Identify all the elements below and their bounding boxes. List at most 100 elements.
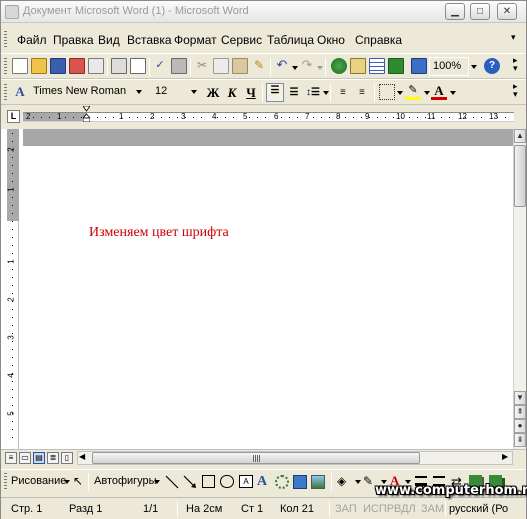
select-browse-object-button[interactable]: ● <box>514 419 526 433</box>
zoom-select[interactable]: 100% <box>429 57 469 76</box>
oval-tool-icon[interactable] <box>220 475 234 488</box>
numbering-button[interactable]: ≡ <box>334 83 352 102</box>
align-left-button[interactable]: ☰ <box>266 83 284 102</box>
menu-tools[interactable]: Сервис <box>221 33 262 47</box>
undo-icon[interactable]: ↶ <box>274 58 290 74</box>
close-button[interactable]: ✕ <box>497 3 517 20</box>
font-color-dropdown-icon[interactable] <box>450 91 456 95</box>
horizontal-scrollbar[interactable]: ◀ ▶ <box>77 451 513 465</box>
word-app-icon[interactable] <box>5 5 19 19</box>
status-language[interactable]: русский (Ро <box>449 503 508 515</box>
select-objects-icon[interactable]: ↖ <box>73 474 83 488</box>
bold-button[interactable]: Ж <box>204 83 222 102</box>
new-document-icon[interactable] <box>12 58 28 74</box>
menu-window[interactable]: Окно <box>317 33 345 47</box>
vertical-ruler[interactable]: 2 1 1 2 3 4 5 <box>7 129 19 449</box>
menu-view[interactable]: Вид <box>98 33 120 47</box>
print-icon[interactable] <box>111 58 127 74</box>
scroll-down-button[interactable]: ▼ <box>514 391 526 405</box>
line-spacing-dropdown-icon[interactable] <box>323 91 329 95</box>
normal-view-button[interactable]: ≡ <box>5 452 17 464</box>
line-spacing-button[interactable]: ↕☰ <box>304 83 322 102</box>
fill-color-icon[interactable]: ◈ <box>337 474 351 488</box>
redo-dropdown-icon[interactable] <box>317 66 323 70</box>
hyperlink-icon[interactable] <box>331 58 347 74</box>
status-page[interactable]: Стр. 1 <box>11 503 42 515</box>
fill-color-dropdown-icon[interactable] <box>355 480 361 484</box>
reading-layout-button[interactable]: ▯ <box>61 452 73 464</box>
scroll-right-button[interactable]: ▶ <box>502 452 508 461</box>
align-center-button[interactable]: ☰ <box>285 83 303 102</box>
autoshapes-menu-button[interactable]: Автофигуры <box>94 475 157 487</box>
ruler-strip[interactable]: 2 1 1 2 3 4 5 6 7 8 9 10 11 12 13 <box>23 112 514 122</box>
font-color-button[interactable]: A <box>431 84 447 100</box>
font-size-dropdown-icon[interactable] <box>191 90 197 94</box>
formatting-options-icon[interactable]: ▸ ▾ <box>513 82 518 99</box>
indent-marker-icon[interactable] <box>83 106 90 122</box>
next-page-button[interactable]: ⇟ <box>514 433 526 447</box>
standard-toolbar-grip[interactable] <box>4 58 7 76</box>
menubar-grip[interactable] <box>4 31 7 49</box>
minimize-button[interactable]: ▁ <box>445 3 465 20</box>
diagram-icon[interactable] <box>275 475 289 489</box>
print-preview-icon[interactable] <box>130 58 146 74</box>
formatting-toolbar-grip[interactable] <box>4 84 7 102</box>
status-column[interactable]: Кол 21 <box>280 503 314 515</box>
autoshapes-dropdown-icon[interactable] <box>154 480 160 484</box>
spelling-icon[interactable]: ✓ <box>152 58 168 74</box>
underline-button[interactable]: Ч <box>242 83 260 102</box>
menu-help[interactable]: Справка <box>355 33 402 47</box>
drawing-toolbar-grip[interactable] <box>4 473 7 491</box>
status-track-changes[interactable]: ИСПР <box>363 503 394 515</box>
font-name-select[interactable]: Times New Roman <box>30 83 135 102</box>
menu-insert[interactable]: Вставка <box>127 33 172 47</box>
help-icon[interactable]: ? <box>484 58 500 74</box>
tables-borders-icon[interactable] <box>350 58 366 74</box>
email-icon[interactable] <box>88 58 104 74</box>
previous-page-button[interactable]: ⇞ <box>514 405 526 419</box>
undo-dropdown-icon[interactable] <box>292 66 298 70</box>
insert-picture-icon[interactable] <box>311 475 325 489</box>
menubar-options-icon[interactable]: ▾ <box>511 32 516 43</box>
document-area[interactable]: 2 1 1 2 3 4 5 Изменяем цвет шрифта <box>1 129 513 449</box>
open-icon[interactable] <box>31 58 47 74</box>
insert-excel-icon[interactable] <box>388 58 404 74</box>
drawing-menu-button[interactable]: Рисование <box>11 475 66 487</box>
cut-icon[interactable]: ✂ <box>194 58 210 74</box>
font-size-select[interactable]: 12 <box>152 83 186 102</box>
borders-icon[interactable] <box>379 84 395 100</box>
line-tool-icon[interactable] <box>165 475 179 489</box>
menu-edit[interactable]: Правка <box>53 33 94 47</box>
italic-button[interactable]: К <box>223 83 241 102</box>
menu-file[interactable]: Файл <box>17 33 47 47</box>
borders-dropdown-icon[interactable] <box>397 91 403 95</box>
menu-format[interactable]: Формат <box>174 33 217 47</box>
status-record-macro[interactable]: ЗАП <box>335 503 357 515</box>
toolbar-options-icon[interactable]: ▸ ▾ <box>513 56 518 73</box>
research-icon[interactable] <box>171 58 187 74</box>
paste-icon[interactable] <box>232 58 248 74</box>
title-bar[interactable]: Документ Microsoft Word (1) - Microsoft … <box>1 1 526 23</box>
rectangle-tool-icon[interactable] <box>202 475 215 488</box>
maximize-button[interactable]: □ <box>470 3 490 20</box>
web-layout-button[interactable]: ▭ <box>19 452 31 464</box>
status-extend[interactable]: ВДЛ <box>394 503 416 515</box>
highlight-dropdown-icon[interactable] <box>424 91 430 95</box>
highlight-icon[interactable]: ✎ <box>405 84 421 100</box>
copy-icon[interactable] <box>213 58 229 74</box>
text-box-icon[interactable]: A <box>239 475 253 488</box>
arrow-tool-icon[interactable] <box>183 475 197 489</box>
tab-selector-button[interactable]: L <box>7 110 20 123</box>
vertical-scroll-thumb[interactable] <box>514 145 526 207</box>
insert-table-icon[interactable] <box>369 58 385 74</box>
drawing-icon[interactable] <box>411 58 427 74</box>
clip-art-icon[interactable] <box>293 475 307 489</box>
format-painter-icon[interactable]: ✎ <box>251 58 267 74</box>
bullets-button[interactable]: ≡ <box>353 83 371 102</box>
vertical-scrollbar[interactable]: ▲ ▼ ⇞ ● ⇟ <box>513 129 526 449</box>
save-icon[interactable] <box>50 58 66 74</box>
status-position[interactable]: На 2см <box>186 503 222 515</box>
wordart-icon[interactable]: A <box>257 474 267 490</box>
print-layout-button[interactable]: ▤ <box>33 452 45 464</box>
redo-icon[interactable]: ↷ <box>299 58 315 74</box>
